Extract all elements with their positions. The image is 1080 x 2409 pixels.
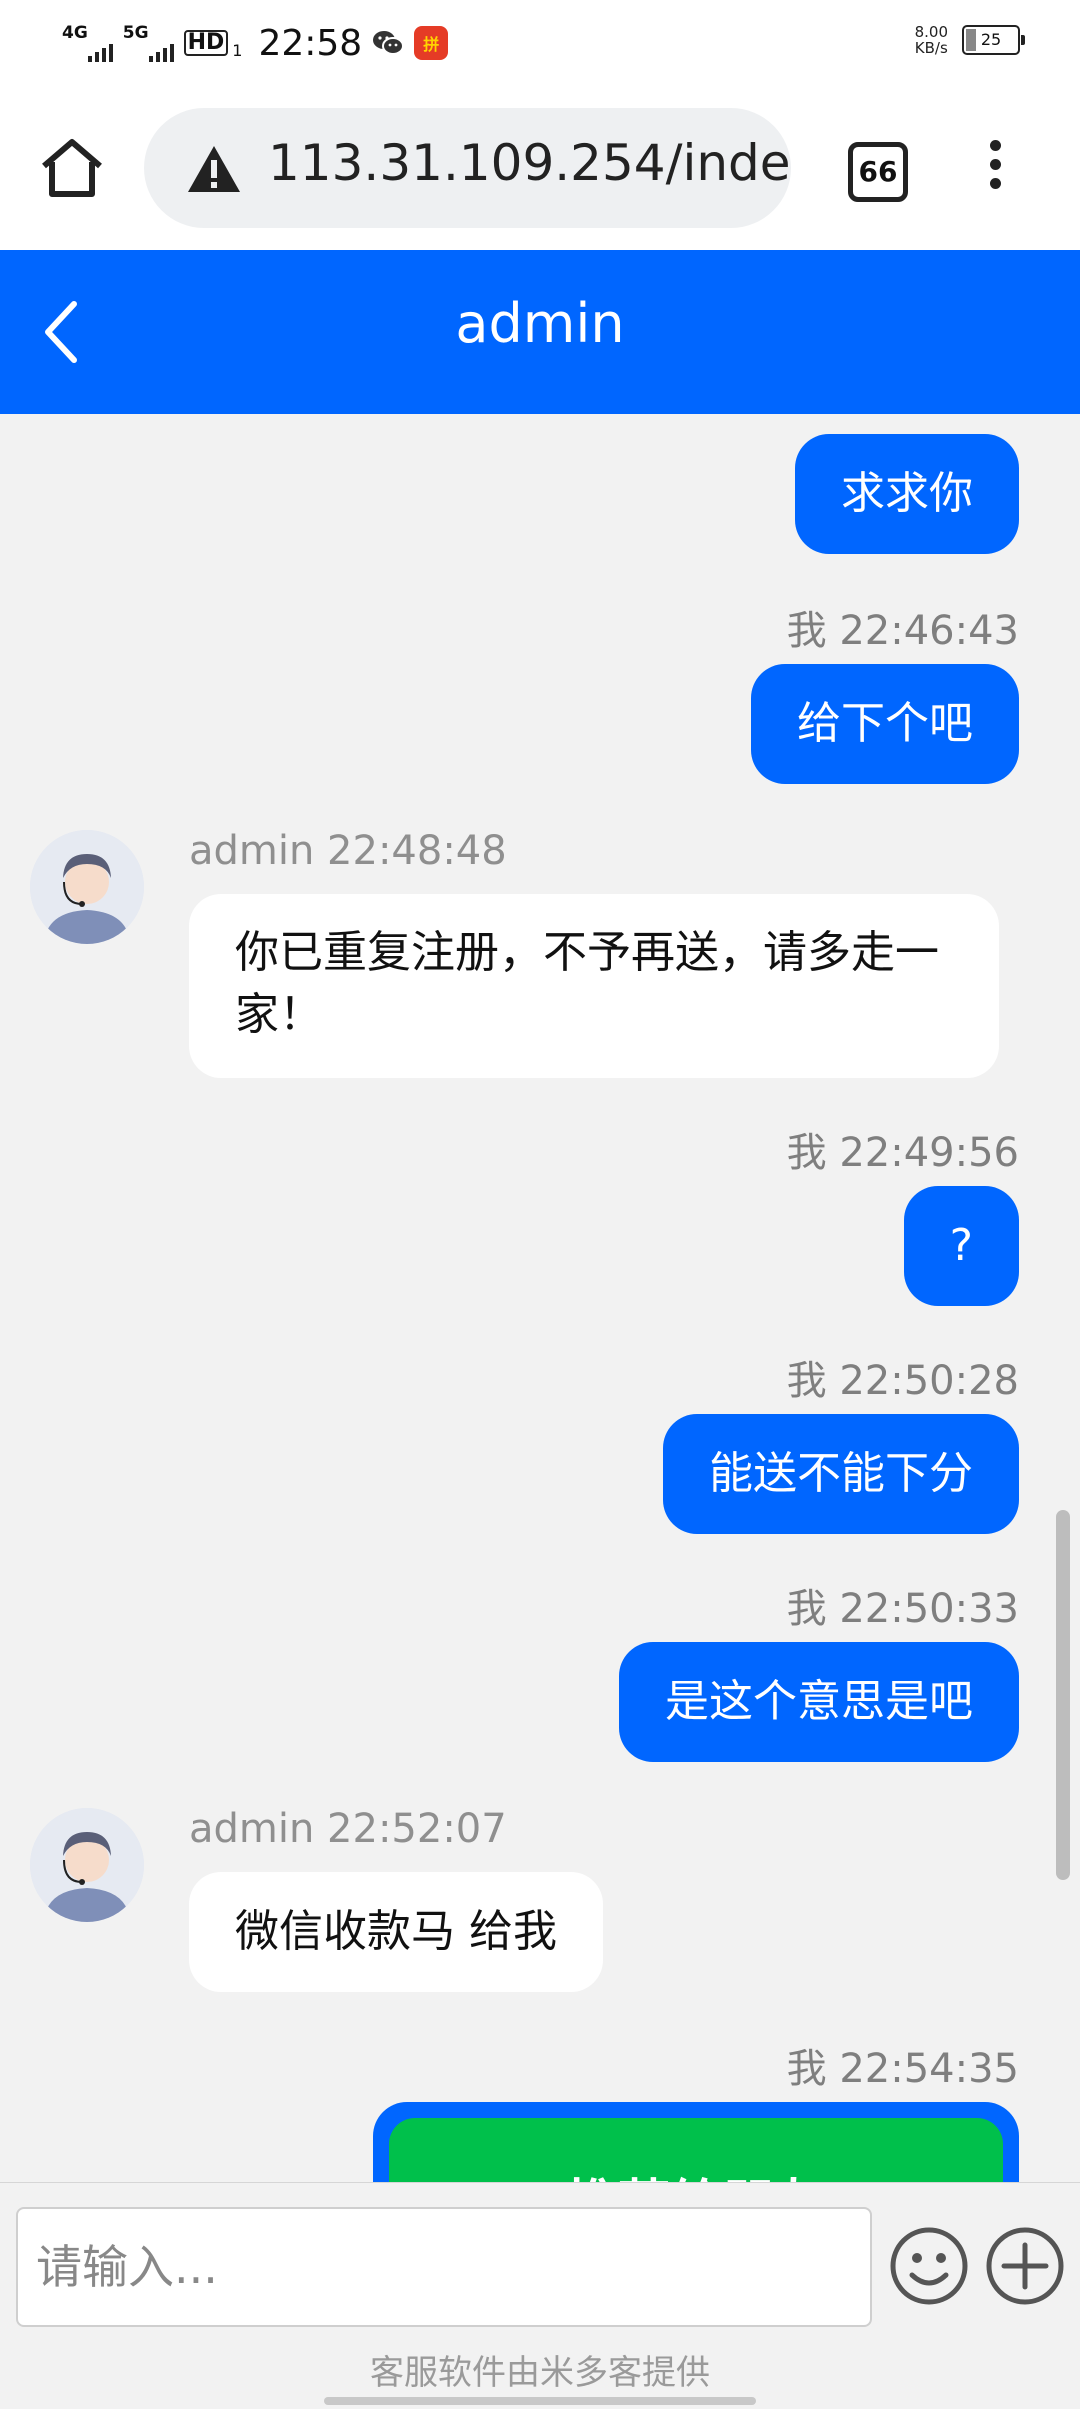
wechat-icon xyxy=(373,31,405,55)
avatar-icon xyxy=(30,1808,144,1922)
message-bubble-outgoing: 能送不能下分 xyxy=(663,1414,1019,1534)
page-title: admin xyxy=(455,292,625,355)
message-meta: 我 22:50:28 xyxy=(786,1358,1019,1404)
message-input-box[interactable] xyxy=(16,2207,872,2327)
signal-icon xyxy=(148,42,174,62)
message-bubble-outgoing: 求求你 xyxy=(795,434,1019,554)
app-badge-icon: 拼 xyxy=(414,26,449,60)
network-4g: 4G xyxy=(62,24,113,62)
message-meta: 我 22:46:43 xyxy=(786,608,1019,654)
browser-toolbar: 113.31.109.254/index1 66 xyxy=(0,84,1080,250)
avatar-icon xyxy=(30,830,144,944)
footer-credit: 客服软件由米多客提供 xyxy=(370,2353,710,2393)
message-meta: admin 22:48:48 xyxy=(189,828,507,874)
sim-indicator: 1 xyxy=(232,40,243,60)
scrollbar[interactable] xyxy=(1056,1510,1070,1880)
message-meta: 我 22:49:56 xyxy=(786,1130,1019,1176)
more-icon[interactable] xyxy=(980,140,1010,200)
status-bar: 4G 5G HD 1 22:58 拼 8.00 KB/s 25 xyxy=(0,0,1080,84)
network-5g: 5G xyxy=(123,24,174,62)
plus-icon[interactable] xyxy=(984,2225,1066,2307)
input-bar: 客服软件由米多客提供 xyxy=(0,2182,1080,2409)
warning-icon[interactable] xyxy=(186,144,242,194)
tabs-icon[interactable]: 66 xyxy=(848,142,908,202)
emoji-icon[interactable] xyxy=(888,2225,970,2307)
battery-icon: 25 xyxy=(962,25,1025,55)
chat-header: admin xyxy=(0,250,1080,414)
clock: 22:58 xyxy=(258,22,363,64)
message-meta: 我 22:54:35 xyxy=(786,2046,1019,2092)
message-bubble-outgoing: ? xyxy=(903,1186,1019,1306)
hd-icon: HD xyxy=(183,30,229,56)
message-meta: admin 22:52:07 xyxy=(189,1806,507,1852)
message-bubble-outgoing: 给下个吧 xyxy=(751,664,1019,784)
card-title: 推荐给朋友 xyxy=(389,2162,1003,2182)
url-text[interactable]: 113.31.109.254/index1 xyxy=(268,134,791,192)
network-speed: 8.00 KB/s xyxy=(914,23,948,57)
message-bubble-incoming: 微信收款马 给我 xyxy=(189,1872,603,1992)
message-bubble-outgoing: 是这个意思是吧 xyxy=(619,1642,1019,1762)
gesture-bar[interactable] xyxy=(324,2397,756,2405)
signal-icon xyxy=(87,42,113,62)
message-card-outgoing[interactable]: 推荐给朋友 xyxy=(373,2102,1019,2182)
home-icon[interactable] xyxy=(38,136,106,200)
message-bubble-incoming: 你已重复注册，不予再送，请多走一家！ xyxy=(189,894,999,1078)
message-input[interactable] xyxy=(18,2209,870,2325)
message-meta: 我 22:50:33 xyxy=(786,1586,1019,1632)
chat-messages[interactable]: 求求你 我 22:46:43 给下个吧 admin 22:48:48 你已重复注… xyxy=(0,414,1080,2182)
address-bar[interactable]: 113.31.109.254/index1 xyxy=(144,108,791,228)
